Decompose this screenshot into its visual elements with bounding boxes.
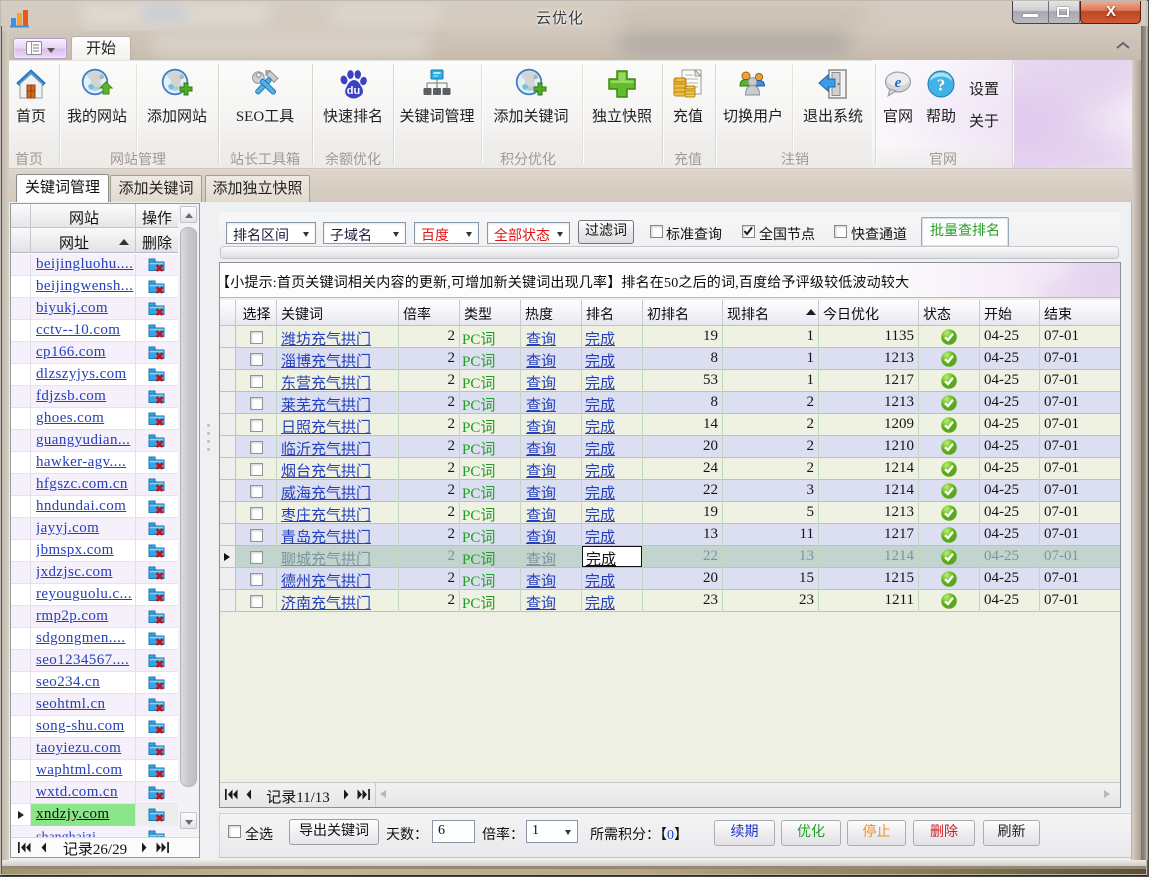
svg-text:?: ? [937,76,946,95]
svg-text:du: du [347,85,360,97]
svg-text:e: e [895,75,902,91]
